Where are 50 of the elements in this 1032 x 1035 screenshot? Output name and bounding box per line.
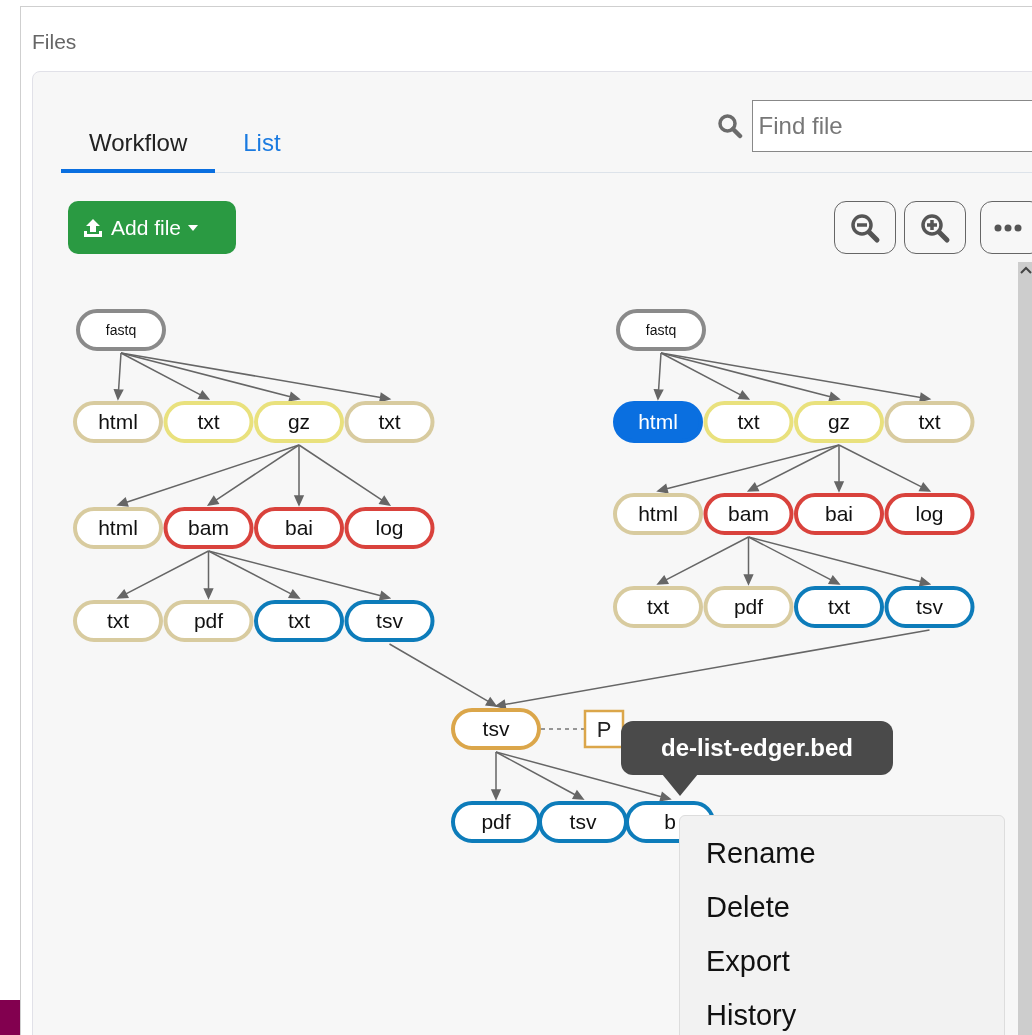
file-node[interactable]: txt [344,401,435,443]
upload-icon [82,216,104,239]
file-node[interactable]: txt [254,600,344,642]
scrollbar[interactable] [1018,262,1032,1035]
file-node[interactable]: txt [794,586,884,628]
note-box[interactable]: P [583,709,625,749]
file-node[interactable]: gz [794,401,884,443]
file-node[interactable]: log [344,507,435,549]
file-node[interactable]: html [73,401,163,443]
file-node[interactable]: html [613,493,703,535]
file-node[interactable]: tsv [538,801,628,843]
file-node[interactable]: fastq [76,309,166,351]
file-node[interactable]: bai [254,507,344,549]
file-node[interactable]: txt [884,401,975,443]
menu-item[interactable]: History [680,995,1004,1035]
file-node[interactable]: tsv [344,600,435,642]
file-node[interactable]: pdf [163,600,254,642]
zoom-in-button[interactable] [904,201,966,254]
file-node[interactable]: log [884,493,975,535]
panel-title: Files [32,29,78,55]
file-node[interactable]: bam [703,493,794,535]
tooltip-pointer [662,774,698,796]
search-icon [716,113,743,139]
tab[interactable]: Workflow [61,117,216,173]
scroll-up-icon[interactable] [1020,266,1032,274]
caret-icon [188,224,199,231]
file-node[interactable]: txt [73,600,163,642]
more-button[interactable] [980,201,1032,254]
search-field[interactable]: Find file [751,100,1032,152]
file-node[interactable]: html [613,401,703,443]
sidebar-edge [0,1000,20,1035]
file-node[interactable]: bam [163,507,254,549]
file-node[interactable]: txt [163,401,254,443]
file-node[interactable]: pdf [451,801,541,843]
link-line [540,728,585,730]
add-file-button[interactable]: Add file [68,201,236,254]
menu-item[interactable]: Delete [680,887,1004,941]
zoom-out-button[interactable] [834,201,896,254]
file-node[interactable]: fastq [616,309,706,351]
file-node[interactable]: txt [703,401,794,443]
file-node[interactable]: bai [794,493,884,535]
menu-item[interactable]: Export [680,941,1004,995]
file-node[interactable]: tsv [451,708,541,750]
ellipsis-icon [993,222,1023,233]
file-node[interactable]: pdf [703,586,794,628]
file-node[interactable]: html [73,507,163,549]
tab[interactable]: List [215,117,309,173]
file-node[interactable]: txt [613,586,703,628]
file-node[interactable]: gz [254,401,344,443]
file-node[interactable]: tsv [884,586,975,628]
